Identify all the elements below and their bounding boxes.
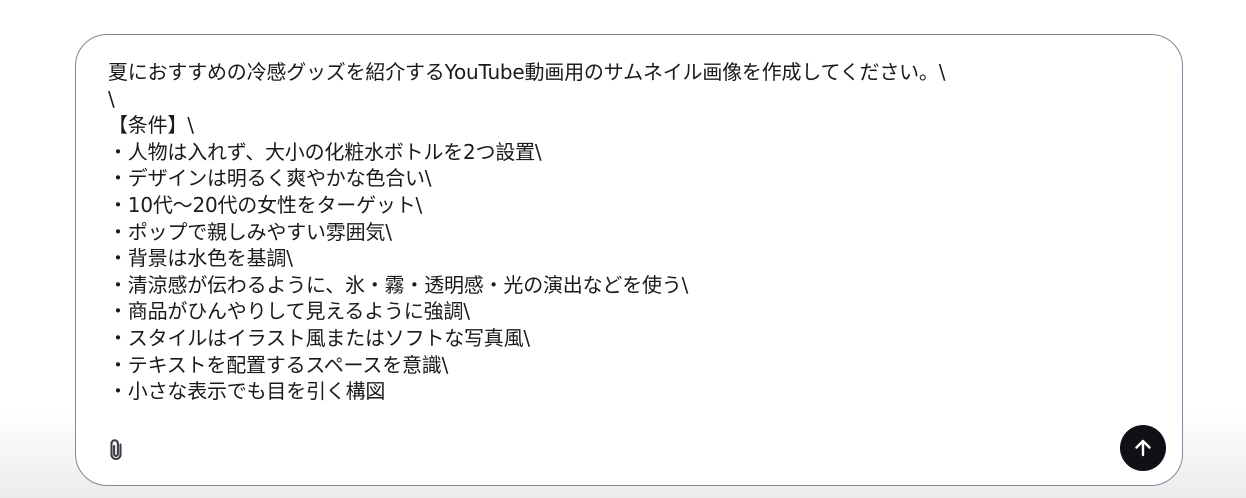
prompt-composer[interactable]: 夏におすすめの冷感グッズを紹介するYouTube動画用のサムネイル画像を作成して… bbox=[75, 34, 1183, 486]
send-button[interactable] bbox=[1120, 425, 1166, 471]
arrow-up-icon bbox=[1135, 439, 1151, 457]
attach-button[interactable] bbox=[100, 433, 134, 467]
paperclip-icon bbox=[110, 439, 122, 461]
prompt-input[interactable]: 夏におすすめの冷感グッズを紹介するYouTube動画用のサムネイル画像を作成して… bbox=[108, 59, 1148, 419]
